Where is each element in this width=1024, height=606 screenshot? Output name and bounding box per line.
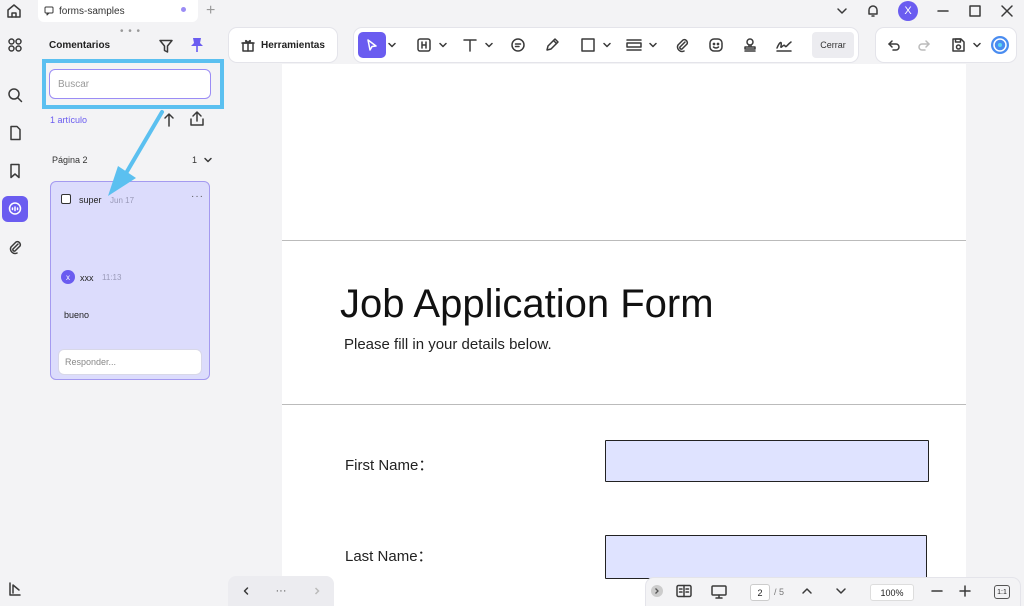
attachment-icon[interactable] xyxy=(2,234,28,260)
status-bar: 2 / 5 100% 1:1 xyxy=(646,578,1020,606)
page-group-count: 1 xyxy=(192,155,198,165)
reply-avatar: x xyxy=(61,270,75,284)
actual-size-button[interactable]: 1:1 xyxy=(994,585,1010,599)
gift-icon xyxy=(241,38,261,52)
ai-assistant-icon[interactable] xyxy=(988,32,1012,58)
zoom-out-icon[interactable] xyxy=(930,584,944,598)
comments-panel: • • • Comentarios 1 artículo Página 2 1 … xyxy=(30,24,226,606)
zoom-in-icon[interactable] xyxy=(958,584,972,598)
document-actions-toolbar xyxy=(876,28,1016,62)
tools-label: Herramientas xyxy=(261,39,325,51)
chevron-down-icon[interactable] xyxy=(602,32,612,58)
tab-label: forms-samples xyxy=(59,5,125,17)
comment-author: super xyxy=(79,195,102,205)
divider xyxy=(282,240,966,241)
last-name-field[interactable] xyxy=(605,535,927,579)
search-icon[interactable] xyxy=(2,82,28,108)
highlight-tool-icon[interactable] xyxy=(412,32,436,58)
reply-time: 11:13 xyxy=(102,273,122,282)
chevron-down-icon[interactable] xyxy=(438,32,448,58)
collapse-icon[interactable] xyxy=(650,584,664,598)
note-tool-icon[interactable] xyxy=(506,32,530,58)
stamp-icon[interactable] xyxy=(738,32,762,58)
pages-icon[interactable] xyxy=(2,120,28,146)
chevron-down-icon[interactable] xyxy=(836,5,848,17)
reading-mode-icon[interactable] xyxy=(676,584,692,598)
undo-icon[interactable] xyxy=(882,32,906,58)
title-bar: forms-samples + X xyxy=(0,0,1024,24)
chevron-down-icon[interactable] xyxy=(648,32,658,58)
reply-input[interactable] xyxy=(58,349,202,375)
signature-icon[interactable] xyxy=(772,32,796,58)
new-tab-button[interactable]: + xyxy=(206,2,215,20)
comment-date: Jun 17 xyxy=(110,196,135,205)
form-title: Job Application Form xyxy=(340,282,714,326)
annotation-toolbar: Cerrar xyxy=(354,28,858,62)
bell-icon[interactable] xyxy=(866,4,880,18)
select-tool[interactable] xyxy=(358,32,386,58)
comment-icon xyxy=(44,6,54,16)
user-avatar[interactable]: X xyxy=(898,1,918,21)
text-tool-icon[interactable] xyxy=(458,32,482,58)
comment-count: 1 artículo xyxy=(50,115,88,125)
close-icon[interactable] xyxy=(1000,4,1014,18)
search-input[interactable] xyxy=(49,69,211,99)
redo-icon[interactable] xyxy=(912,32,936,58)
thumbnails-icon[interactable] xyxy=(2,32,28,58)
first-name-field[interactable] xyxy=(605,440,929,482)
left-rail xyxy=(0,24,30,606)
home-icon[interactable] xyxy=(6,3,22,19)
chevron-left-icon[interactable] xyxy=(241,586,251,596)
maximize-icon[interactable] xyxy=(968,4,982,18)
filter-icon[interactable] xyxy=(158,38,174,54)
form-subtitle: Please fill in your details below. xyxy=(344,336,552,353)
chevron-down-icon[interactable] xyxy=(972,32,982,58)
reply-text: bueno xyxy=(64,310,90,320)
page-group-label: Página 2 xyxy=(52,155,88,165)
comments-icon[interactable] xyxy=(2,196,28,222)
shape-tool-icon[interactable] xyxy=(576,32,600,58)
resolve-checkbox[interactable] xyxy=(61,194,71,204)
sticker-icon[interactable] xyxy=(704,32,728,58)
chevron-up-icon[interactable] xyxy=(800,584,814,598)
pin-icon[interactable] xyxy=(190,37,204,53)
document-tab[interactable]: forms-samples xyxy=(38,0,198,22)
last-name-label: Last Name： xyxy=(345,548,433,565)
page-total: / 5 xyxy=(774,587,785,597)
pencil-tool-icon[interactable] xyxy=(540,32,564,58)
measure-tool-icon[interactable] xyxy=(622,32,646,58)
zoom-level[interactable]: 100% xyxy=(870,584,914,601)
bookmark-icon[interactable] xyxy=(2,158,28,184)
divider xyxy=(282,404,966,405)
tools-button[interactable]: Herramientas xyxy=(229,28,337,62)
chevron-down-icon[interactable] xyxy=(834,584,848,598)
page-number-input[interactable]: 2 xyxy=(750,584,770,601)
more-options-button[interactable]: ··· xyxy=(191,191,204,202)
reply-user: xxx xyxy=(80,273,94,283)
resize-grip[interactable]: • • • xyxy=(120,26,141,37)
document-page: Job Application Form Please fill in your… xyxy=(282,64,966,606)
close-toolbar-button[interactable]: Cerrar xyxy=(812,32,854,58)
chevron-down-icon[interactable] xyxy=(387,32,397,58)
sort-icon[interactable] xyxy=(163,112,175,128)
presentation-icon[interactable] xyxy=(710,584,728,600)
minimize-icon[interactable] xyxy=(936,4,950,18)
layers-icon[interactable] xyxy=(2,576,28,602)
panel-title: Comentarios xyxy=(49,40,111,51)
more-button[interactable]: ··· xyxy=(276,585,287,597)
export-icon[interactable] xyxy=(188,110,206,128)
first-name-label: First Name： xyxy=(345,457,434,474)
unsaved-dot xyxy=(181,7,186,12)
chevron-right-icon[interactable] xyxy=(312,586,322,596)
paperclip-icon[interactable] xyxy=(670,32,694,58)
chevron-down-icon[interactable] xyxy=(484,32,494,58)
chevron-down-icon[interactable] xyxy=(203,155,213,165)
comment-card[interactable]: super Jun 17 ··· x xxx 11:13 bueno xyxy=(50,181,210,380)
thumbnail-nav: ··· xyxy=(228,576,334,606)
save-icon[interactable] xyxy=(946,32,970,58)
